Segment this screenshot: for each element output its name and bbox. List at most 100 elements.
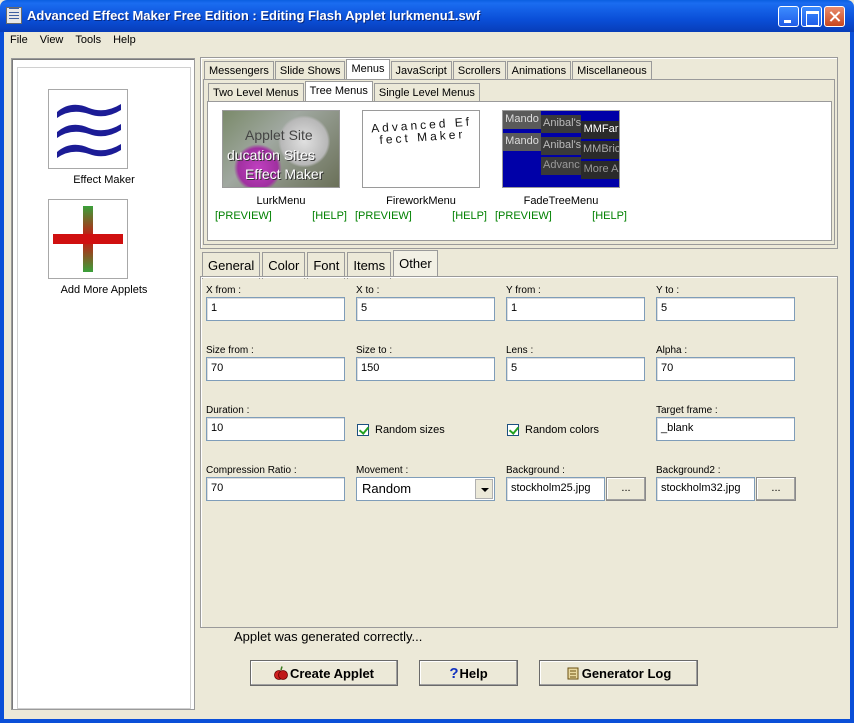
- fadetreemenu-thumbnail[interactable]: Mando Anibal's MMFar Mando Anibal's MMBr…: [502, 110, 620, 188]
- y-from-input[interactable]: 1: [506, 297, 645, 321]
- window-border-bottom: [0, 719, 854, 723]
- y-to-input[interactable]: 5: [656, 297, 795, 321]
- help-label: Help: [459, 665, 488, 681]
- compression-ratio-label: Compression Ratio :: [206, 465, 297, 476]
- other-properties-panel: [200, 276, 838, 628]
- create-applet-label: Create Applet: [289, 665, 375, 681]
- generator-log-label: Generator Log: [581, 665, 672, 681]
- tab-messengers[interactable]: Messengers: [204, 61, 274, 81]
- chevron-down-icon[interactable]: [475, 479, 493, 499]
- y-to-label: Y to :: [656, 285, 680, 296]
- background-browse-button[interactable]: ...: [606, 477, 646, 501]
- help-link[interactable]: [HELP]: [452, 210, 487, 222]
- preview-link[interactable]: [PREVIEW]: [495, 210, 552, 222]
- background2-input[interactable]: stockholm32.jpg: [656, 477, 755, 501]
- tab-general[interactable]: General: [202, 252, 261, 279]
- effect-maker-label[interactable]: Effect Maker: [12, 174, 196, 186]
- minimize-button[interactable]: [778, 6, 799, 27]
- menu-help[interactable]: Help: [107, 32, 142, 50]
- background-label: Background :: [506, 465, 565, 476]
- window-title: Advanced Effect Maker Free Edition : Edi…: [27, 8, 481, 23]
- help-icon: ?: [449, 664, 459, 682]
- random-sizes-label[interactable]: Random sizes: [375, 424, 445, 436]
- tab-items[interactable]: Items: [347, 252, 392, 279]
- tab-scrollers[interactable]: Scrollers: [452, 61, 506, 81]
- size-to-label: Size to :: [356, 345, 393, 356]
- movement-select[interactable]: Random: [356, 477, 495, 501]
- red-cross-icon: [53, 206, 123, 272]
- generator-log-button[interactable]: Generator Log: [539, 660, 698, 686]
- target-frame-input[interactable]: _blank: [656, 417, 795, 441]
- apple-icon: [274, 665, 288, 680]
- size-from-label: Size from :: [206, 345, 254, 356]
- movement-label: Movement :: [356, 465, 409, 476]
- tab-animations[interactable]: Animations: [506, 61, 572, 81]
- random-colors-checkbox[interactable]: Random colors: [507, 424, 599, 436]
- title-bar[interactable]: Advanced Effect Maker Free Edition : Edi…: [0, 0, 854, 32]
- background-input[interactable]: stockholm25.jpg: [506, 477, 605, 501]
- lens-label: Lens :: [506, 345, 534, 356]
- duration-label: Duration :: [206, 405, 250, 416]
- help-link[interactable]: [HELP]: [592, 210, 627, 222]
- tools-panel: Effect Maker Add More Applets: [11, 58, 195, 710]
- scroll-icon: [567, 667, 579, 679]
- create-applet-button[interactable]: Create Applet: [250, 660, 398, 686]
- tab-menus[interactable]: Menus: [346, 59, 390, 79]
- movement-value: Random: [362, 481, 412, 496]
- tab-font[interactable]: Font: [307, 252, 346, 279]
- waves-icon: [57, 104, 121, 158]
- tab-miscellaneous[interactable]: Miscellaneous: [572, 61, 652, 81]
- add-applets-tool[interactable]: [48, 199, 128, 279]
- lens-input[interactable]: 5: [506, 357, 645, 381]
- subtab-tree-menus[interactable]: Tree Menus: [304, 81, 373, 101]
- tab-color[interactable]: Color: [262, 252, 306, 279]
- size-from-input[interactable]: 70: [206, 357, 345, 381]
- help-button[interactable]: ? Help: [419, 660, 518, 686]
- compression-ratio-input[interactable]: 70: [206, 477, 345, 501]
- category-tabs: Messengers Slide Shows Menus JavaScript …: [204, 59, 653, 81]
- alpha-input[interactable]: 70: [656, 357, 795, 381]
- x-to-input[interactable]: 5: [356, 297, 495, 321]
- lurkmenu-thumbnail[interactable]: Applet Site ducation Sites Effect Maker: [222, 110, 340, 188]
- preview-link[interactable]: [PREVIEW]: [215, 210, 272, 222]
- preview-link[interactable]: [PREVIEW]: [355, 210, 412, 222]
- size-to-input[interactable]: 150: [356, 357, 495, 381]
- help-link[interactable]: [HELP]: [312, 210, 347, 222]
- add-applets-label[interactable]: Add More Applets: [12, 284, 196, 296]
- random-sizes-checkbox[interactable]: Random sizes: [357, 424, 445, 436]
- applet-name: FireworkMenu: [386, 195, 456, 207]
- menu-file[interactable]: File: [4, 32, 34, 50]
- checkbox-box[interactable]: [357, 424, 369, 436]
- subtab-single-level-menus[interactable]: Single Level Menus: [373, 83, 480, 103]
- fireworkmenu-thumbnail[interactable]: Advanced Effect Maker: [362, 110, 480, 188]
- tab-javascript[interactable]: JavaScript: [390, 61, 452, 81]
- menu-subtabs: Two Level Menus Tree Menus Single Level …: [208, 81, 481, 103]
- x-to-label: X to :: [356, 285, 380, 296]
- checkbox-box[interactable]: [507, 424, 519, 436]
- applet-name: FadeTreeMenu: [523, 195, 599, 207]
- applet-fireworkmenu[interactable]: Advanced Effect Maker FireworkMenu [PREV…: [351, 110, 491, 222]
- menu-view[interactable]: View: [34, 32, 70, 50]
- window-border-right: [850, 32, 854, 723]
- applet-lurkmenu[interactable]: Applet Site ducation Sites Effect Maker …: [211, 110, 351, 222]
- applet-fadetreemenu[interactable]: Mando Anibal's MMFar Mando Anibal's MMBr…: [491, 110, 631, 222]
- window-border-left: [0, 32, 4, 723]
- applet-gallery: Applet Site ducation Sites Effect Maker …: [207, 101, 832, 241]
- x-from-input[interactable]: 1: [206, 297, 345, 321]
- y-from-label: Y from :: [506, 285, 541, 296]
- tab-slide-shows[interactable]: Slide Shows: [274, 61, 346, 81]
- tab-other[interactable]: Other: [393, 250, 438, 277]
- effect-maker-tool[interactable]: [48, 89, 128, 169]
- maximize-button[interactable]: [801, 6, 822, 27]
- close-button[interactable]: [824, 6, 845, 27]
- subtab-two-level-menus[interactable]: Two Level Menus: [208, 83, 304, 103]
- random-colors-label[interactable]: Random colors: [525, 424, 599, 436]
- app-icon[interactable]: [6, 7, 22, 24]
- background2-label: Background2 :: [656, 465, 721, 476]
- alpha-label: Alpha :: [656, 345, 688, 356]
- menu-bar: File View Tools Help: [4, 32, 850, 50]
- target-frame-label: Target frame :: [656, 405, 718, 416]
- menu-tools[interactable]: Tools: [69, 32, 107, 50]
- duration-input[interactable]: 10: [206, 417, 345, 441]
- background2-browse-button[interactable]: ...: [756, 477, 796, 501]
